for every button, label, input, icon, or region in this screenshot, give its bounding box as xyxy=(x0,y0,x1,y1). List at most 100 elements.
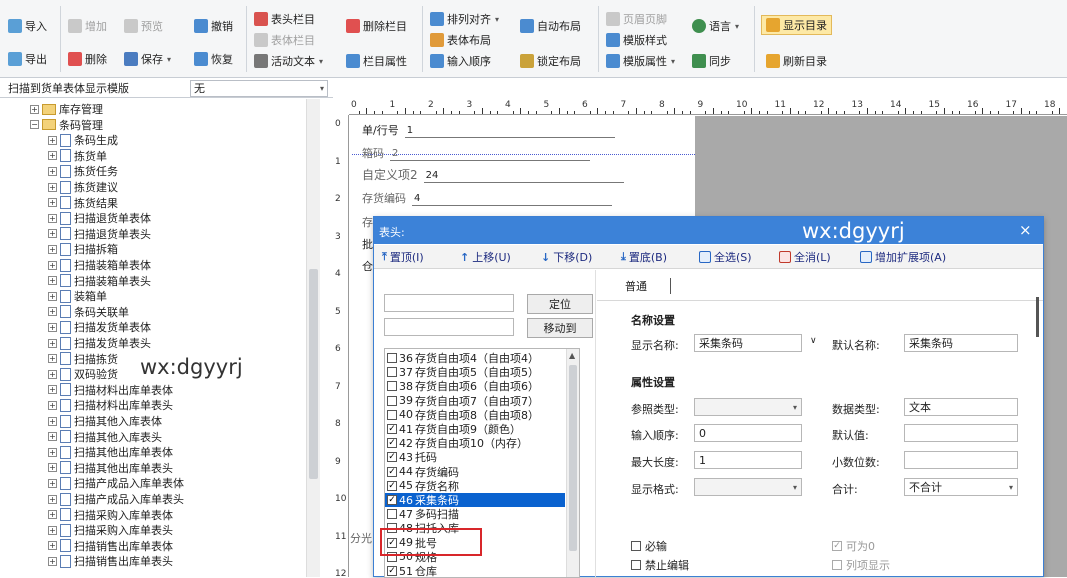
expand-icon[interactable]: + xyxy=(48,291,57,301)
list-item[interactable]: ✓ 41 存货自由项9（颜色） xyxy=(385,422,565,436)
add-extension-button[interactable]: 增加扩展项(A) xyxy=(860,249,946,265)
tree-item[interactable]: + 扫描装箱单表头 xyxy=(48,273,151,289)
show-toc-button[interactable]: 显示目录 xyxy=(761,15,832,35)
expand-icon[interactable]: + xyxy=(48,463,57,473)
input-order-field[interactable]: 0 xyxy=(694,424,802,442)
default-name-field[interactable]: 采集条码 xyxy=(904,334,1018,352)
design-field[interactable]: 单/行号 1 xyxy=(362,122,615,138)
tree-item[interactable]: + 扫描发货单表体 xyxy=(48,319,151,335)
template-select[interactable]: 无 ▾ xyxy=(190,79,328,97)
checkbox[interactable]: ✓ xyxy=(387,466,397,477)
tree-scrollbar[interactable] xyxy=(306,99,320,577)
list-item[interactable]: 47 多码扫描 xyxy=(385,507,565,521)
expand-icon[interactable]: + xyxy=(48,432,57,442)
select-all-button[interactable]: 全选(S) xyxy=(699,249,752,265)
scroll-up-icon[interactable]: ▲ xyxy=(569,351,575,360)
list-item[interactable]: ✓ 43 托码 xyxy=(385,450,565,464)
can-zero-checkbox[interactable]: ✓ 可为0 xyxy=(832,538,875,554)
tree-item[interactable]: + 扫描其他入库表体 xyxy=(48,413,162,429)
moveto-button[interactable]: 移动到 xyxy=(527,318,593,338)
expand-icon[interactable]: + xyxy=(48,400,57,410)
list-item[interactable]: ✓ 46 采集条码 xyxy=(385,493,565,507)
chevron-down-icon[interactable]: ∨ xyxy=(810,336,817,346)
tree-item[interactable]: + 扫描销售出库单表体 xyxy=(48,538,173,554)
no-edit-checkbox[interactable]: 禁止编辑 xyxy=(631,557,689,573)
locate-input[interactable] xyxy=(384,294,514,312)
expand-icon[interactable]: + xyxy=(48,556,57,566)
tree-item[interactable]: + 扫描其他出库单表体 xyxy=(48,444,173,460)
design-field[interactable]: 存货编码 4 xyxy=(362,190,612,206)
decimals-field[interactable] xyxy=(904,451,1018,469)
list-scrollbar[interactable]: ▲ xyxy=(566,349,579,577)
template-props-button[interactable]: 模版属性 ▾ xyxy=(606,51,675,71)
expand-icon[interactable]: + xyxy=(48,541,57,551)
locate-button[interactable]: 定位 xyxy=(527,294,593,314)
expand-icon[interactable]: + xyxy=(30,104,39,114)
tree-item[interactable]: + 拣货结果 xyxy=(48,195,118,211)
expand-icon[interactable]: + xyxy=(48,307,57,317)
data-type-field[interactable]: 文本 xyxy=(904,398,1018,416)
tree-scroll-thumb[interactable] xyxy=(309,269,318,479)
expand-icon[interactable]: + xyxy=(48,166,57,176)
expand-icon[interactable]: + xyxy=(48,525,57,535)
tree-item[interactable]: + 拣货建议 xyxy=(48,179,118,195)
display-format-select[interactable]: ▾ xyxy=(694,478,802,496)
clear-all-button[interactable]: 全消(L) xyxy=(779,249,831,265)
expand-icon[interactable]: + xyxy=(48,385,57,395)
panel-scroll-thumb[interactable] xyxy=(1036,297,1039,337)
expand-icon[interactable]: + xyxy=(48,494,57,504)
design-field[interactable]: 存 xyxy=(362,214,373,230)
default-value-field[interactable] xyxy=(904,424,1018,442)
tree-folder-item[interactable]: + 库存管理 xyxy=(30,101,103,117)
checkbox[interactable]: ✓ xyxy=(387,566,397,576)
sync-button[interactable]: 同步 xyxy=(692,51,731,71)
design-field[interactable]: 自定义项2 24 xyxy=(362,166,624,183)
move-bottom-button[interactable]: ⤓ 置底(B) xyxy=(621,249,667,265)
move-up-button[interactable]: ↑ 上移(U) xyxy=(460,249,511,265)
expand-icon[interactable]: + xyxy=(48,478,57,488)
checkbox[interactable]: ✓ xyxy=(387,438,397,449)
tree-item[interactable]: + 扫描拣货 xyxy=(48,351,118,367)
body-column-button[interactable]: 表体栏目 xyxy=(254,30,315,50)
input-order-button[interactable]: 输入顺序 xyxy=(430,51,491,71)
checkbox[interactable] xyxy=(387,381,397,392)
ref-type-select[interactable]: ▾ xyxy=(694,398,802,416)
expand-icon[interactable]: + xyxy=(48,447,57,457)
collapse-icon[interactable]: − xyxy=(30,120,39,130)
list-item[interactable]: ✓ 51 仓库 xyxy=(385,564,565,577)
body-layout-button[interactable]: 表体布局 xyxy=(430,30,491,50)
tree-item[interactable]: + 扫描拆箱 xyxy=(48,241,118,257)
tree-item[interactable]: + 扫描装箱单表体 xyxy=(48,257,151,273)
list-item[interactable]: ✓ 42 存货自由项10（内存） xyxy=(385,436,565,450)
move-down-button[interactable]: ↓ 下移(D) xyxy=(541,249,592,265)
tree-item[interactable]: + 拣货单 xyxy=(48,148,107,164)
tree-item[interactable]: + 扫描采购入库单表头 xyxy=(48,522,173,538)
tree-item[interactable]: + 装箱单 xyxy=(48,288,107,304)
checkbox[interactable] xyxy=(387,509,397,520)
tree-item[interactable]: + 扫描其他入库表头 xyxy=(48,429,162,445)
tree-item[interactable]: + 扫描退货单表体 xyxy=(48,210,151,226)
tree-item[interactable]: + 扫描采购入库单表体 xyxy=(48,507,173,523)
header-column-button[interactable]: 表头栏目 xyxy=(254,9,315,29)
import-button[interactable]: 导入 xyxy=(8,16,47,36)
tree-item[interactable]: + 扫描发货单表头 xyxy=(48,335,151,351)
list-item[interactable]: 36 存货自由项4（自由项4） xyxy=(385,351,565,365)
expand-icon[interactable]: + xyxy=(48,354,57,364)
header-footer-button[interactable]: 页眉页脚 xyxy=(606,9,667,29)
expand-icon[interactable]: + xyxy=(48,322,57,332)
template-style-button[interactable]: 模版样式 xyxy=(606,30,667,50)
tree-item[interactable]: + 扫描产成品入库单表头 xyxy=(48,491,184,507)
refresh-toc-button[interactable]: 刷新目录 xyxy=(766,51,827,71)
moveto-input[interactable] xyxy=(384,318,514,336)
auto-layout-button[interactable]: 自动布局 xyxy=(520,16,581,36)
restore-button[interactable]: 恢复 xyxy=(194,49,233,69)
tab-general[interactable]: 普通 xyxy=(625,278,647,294)
list-scroll-thumb[interactable] xyxy=(569,365,577,551)
total-select[interactable]: 不合计 ▾ xyxy=(904,478,1018,496)
close-icon[interactable]: × xyxy=(1019,221,1032,239)
list-item[interactable]: 39 存货自由项7（自由项7） xyxy=(385,394,565,408)
tree-item[interactable]: + 双码验货 xyxy=(48,366,118,382)
expand-icon[interactable]: + xyxy=(48,151,57,161)
dialog-titlebar[interactable]: 表头: wx:dgyyrj × xyxy=(374,217,1043,244)
expand-icon[interactable]: + xyxy=(48,135,57,145)
